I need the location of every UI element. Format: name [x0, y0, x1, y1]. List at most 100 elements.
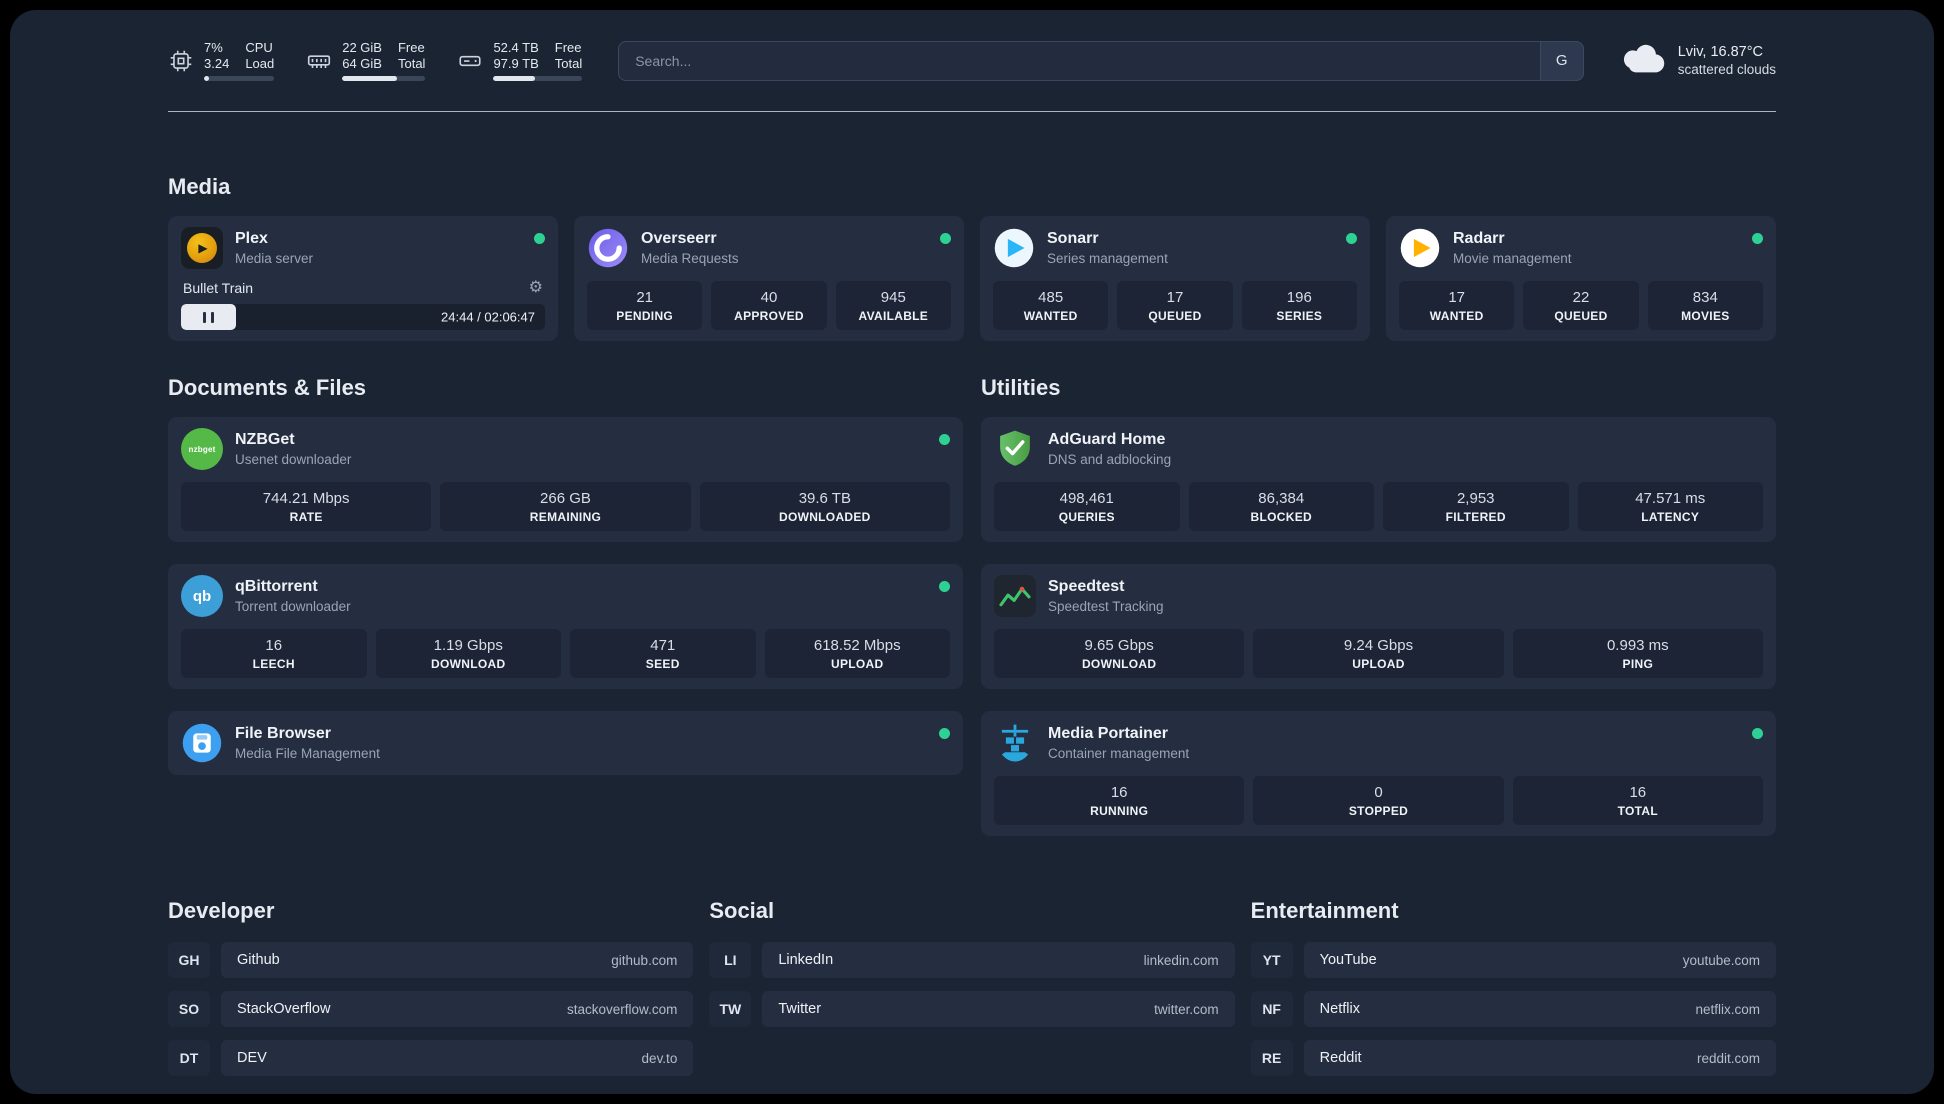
bookmark-netflix[interactable]: NF Netflix netflix.com [1250, 991, 1776, 1027]
bookmark-link[interactable]: LinkedIn linkedin.com [762, 942, 1235, 978]
stat-approved: 40 APPROVED [711, 281, 827, 330]
top-bar: 7% 3.24 CPU Load 22 GiB 64 GiB Free Tota… [168, 40, 1776, 81]
stat-label: DOWNLOAD [1081, 657, 1157, 671]
stat-value: 0.993 ms [1606, 637, 1669, 654]
bookmark-link[interactable]: StackOverflow stackoverflow.com [221, 991, 694, 1027]
stat-wanted: 485 WANTED [993, 281, 1109, 330]
stat-label: BLOCKED [1250, 510, 1312, 524]
service-card-adguard[interactable]: AdGuard Home DNS and adblocking 498,461 … [981, 417, 1776, 542]
bookmark-link[interactable]: DEV dev.to [221, 1040, 694, 1076]
service-card-portainer[interactable]: Media Portainer Container management 16 … [981, 711, 1776, 836]
bookmark-dev[interactable]: DT DEV dev.to [168, 1040, 694, 1076]
stat-blocked: 86,384 BLOCKED [1188, 482, 1374, 531]
bookmark-domain: github.com [611, 952, 678, 968]
bookmark-column-developer: Developer GH Github github.com SO StackO… [168, 898, 694, 1076]
disk-free: 52.4 TB [493, 40, 539, 55]
weather-widget[interactable]: Lviv, 16.87°C scattered clouds [1620, 42, 1776, 79]
stat-value: 47.571 ms [1635, 490, 1706, 507]
service-card-nzbget[interactable]: nzbget NZBGet Usenet downloader 744.21 M… [168, 417, 963, 542]
playback-progress-bar[interactable]: 24:44 / 02:06:47 [181, 304, 545, 330]
service-description: Series management [1047, 251, 1168, 266]
memory-label-top: Free [397, 40, 425, 55]
service-name: File Browser [235, 725, 332, 742]
service-name: Overseerr [641, 230, 717, 247]
stat-value: 618.52 Mbps [813, 637, 901, 654]
stat-latency: 47.571 ms LATENCY [1577, 482, 1763, 531]
service-card-filebrowser[interactable]: File Browser Media File Management [168, 711, 963, 775]
service-card-sonarr[interactable]: Sonarr Series management 485 WANTED 17 Q… [980, 216, 1370, 341]
stat-value: 39.6 TB [798, 490, 851, 507]
stat-queued: 17 QUEUED [1117, 281, 1233, 330]
service-stats: 16 LEECH 1.19 Gbps DOWNLOAD 471 SEED 618… [181, 629, 950, 678]
bookmark-github[interactable]: GH Github github.com [168, 942, 694, 978]
stat-rate: 744.21 Mbps RATE [181, 482, 432, 531]
service-description: Media File Management [235, 746, 380, 761]
stat-label: APPROVED [734, 309, 804, 323]
stat-label: PING [1622, 657, 1654, 671]
stat-ping: 0.993 ms PING [1512, 629, 1763, 678]
service-stats: 498,461 QUERIES 86,384 BLOCKED 2,953 FIL… [994, 482, 1763, 531]
stat-value: 86,384 [1258, 490, 1305, 507]
stat-label: STOPPED [1348, 804, 1409, 818]
media-grid: ▶ Plex Media server Bullet Train ⚙ 24:44… [168, 216, 1776, 341]
stat-label: MOVIES [1681, 309, 1730, 323]
section-media: Media ▶ Plex Media server Bullet Train ⚙… [168, 174, 1776, 341]
bookmark-youtube[interactable]: YT YouTube youtube.com [1250, 942, 1776, 978]
gear-icon[interactable]: ⚙ [529, 280, 543, 296]
bookmark-domain: linkedin.com [1143, 952, 1219, 968]
bookmark-link[interactable]: Reddit reddit.com [1303, 1040, 1776, 1076]
qbittorrent-icon: qb [181, 575, 223, 617]
stat-label: REMAINING [529, 510, 602, 524]
stat-value: 498,461 [1059, 490, 1114, 507]
bookmark-link[interactable]: Github github.com [221, 942, 694, 978]
service-card-qbittorrent[interactable]: qb qBittorrent Torrent downloader 16 LEE… [168, 564, 963, 689]
bookmark-link[interactable]: YouTube youtube.com [1303, 942, 1776, 978]
stat-label: AVAILABLE [858, 309, 929, 323]
pause-icon[interactable] [200, 311, 216, 323]
section-title-social: Social [709, 898, 775, 923]
stat-download: 1.19 Gbps DOWNLOAD [375, 629, 561, 678]
stat-label: LATENCY [1641, 510, 1700, 524]
bookmark-link[interactable]: Twitter twitter.com [762, 991, 1235, 1027]
bookmark-linkedin[interactable]: LI LinkedIn linkedin.com [709, 942, 1235, 978]
dashboard-screen: 7% 3.24 CPU Load 22 GiB 64 GiB Free Tota… [0, 0, 1944, 1104]
service-card-speedtest[interactable]: Speedtest Speedtest Tracking 9.65 Gbps D… [981, 564, 1776, 689]
cpu-readout: 7% 3.24 CPU Load [204, 40, 275, 81]
playback-time: 24:44 / 02:06:47 [441, 309, 535, 325]
service-name: Speedtest [1048, 578, 1125, 595]
stat-label: RATE [289, 510, 323, 524]
service-description: Container management [1048, 746, 1190, 761]
bookmark-link[interactable]: Netflix netflix.com [1303, 991, 1776, 1027]
service-name: Radarr [1453, 230, 1505, 247]
service-stats: 16 RUNNING 0 STOPPED 16 TOTAL [994, 776, 1763, 825]
bookmark-reddit[interactable]: RE Reddit reddit.com [1250, 1040, 1776, 1076]
cpu-label-top: CPU [245, 40, 273, 55]
speedtest-icon [994, 575, 1036, 617]
disk-label-bottom: Total [554, 56, 583, 71]
bookmark-list: LI LinkedIn linkedin.com TW Twitter twit… [709, 942, 1235, 1027]
bookmark-domain: stackoverflow.com [567, 1001, 678, 1017]
search-input[interactable] [618, 40, 1584, 81]
disk-icon [457, 48, 483, 74]
stat-label: WANTED [1429, 309, 1484, 323]
stat-series: 196 SERIES [1241, 281, 1357, 330]
bookmark-name: YouTube [1319, 952, 1377, 968]
stat-value: 0 [1374, 784, 1383, 801]
search-provider-button[interactable]: G [1539, 40, 1584, 81]
memory-widget: 22 GiB 64 GiB Free Total [306, 40, 426, 81]
bookmark-stackoverflow[interactable]: SO StackOverflow stackoverflow.com [168, 991, 694, 1027]
service-card-plex[interactable]: ▶ Plex Media server Bullet Train ⚙ 24:44… [168, 216, 558, 341]
service-stats: 485 WANTED 17 QUEUED 196 SERIES [993, 281, 1357, 330]
section-title-developer: Developer [168, 898, 275, 923]
cpu-label-bottom: Load [245, 56, 275, 71]
service-card-radarr[interactable]: Radarr Movie management 17 WANTED 22 QUE… [1386, 216, 1776, 341]
bookmark-twitter[interactable]: TW Twitter twitter.com [709, 991, 1235, 1027]
service-card-overseerr[interactable]: Overseerr Media Requests 21 PENDING 40 A… [574, 216, 964, 341]
section-bookmarks: Developer GH Github github.com SO StackO… [168, 898, 1776, 1076]
cpu-percent: 7% [204, 40, 223, 55]
weather-text: Lviv, 16.87°C scattered clouds [1678, 44, 1776, 77]
bookmark-abbr: DT [168, 1040, 210, 1076]
cpu-loadavg: 3.24 [204, 56, 230, 71]
section-title-documents: Documents & Files [168, 375, 367, 400]
disk-progress-fill [493, 76, 536, 81]
